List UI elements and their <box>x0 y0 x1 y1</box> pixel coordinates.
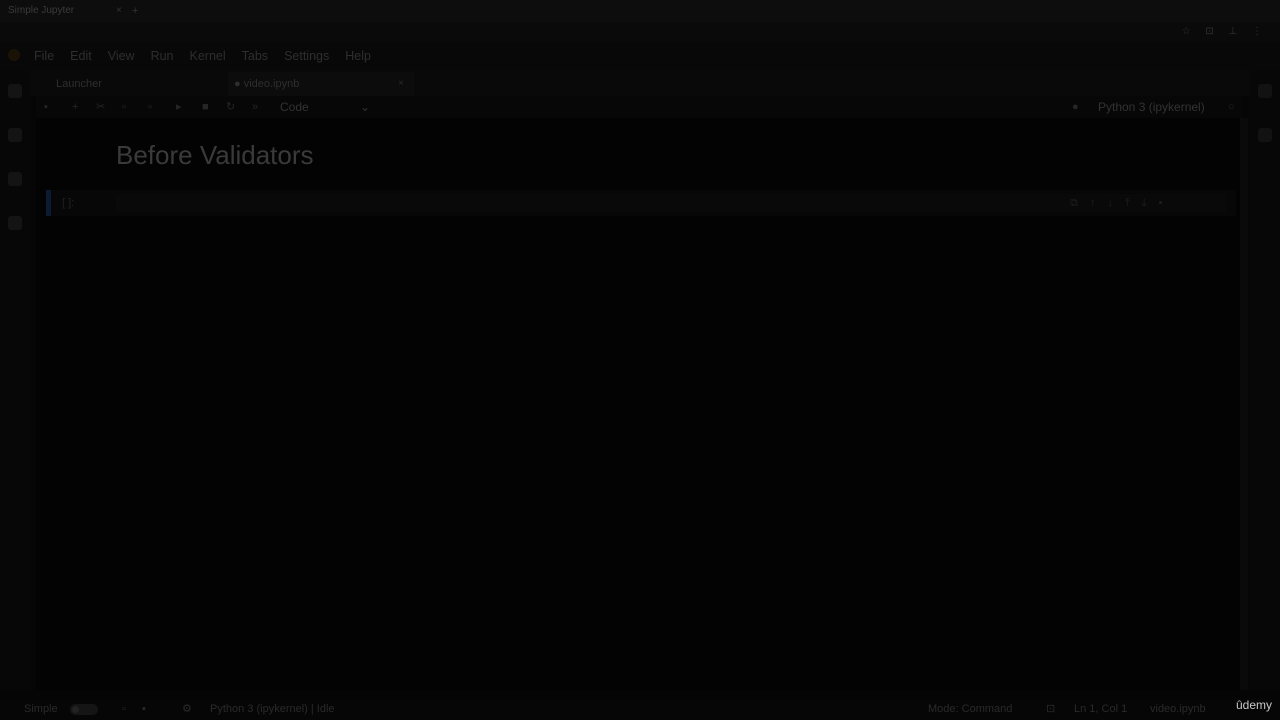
cell-type-select[interactable]: Code ⌄ <box>280 96 370 118</box>
browser-tab[interactable]: Simple Jupyter <box>8 3 128 19</box>
menu-view[interactable]: View <box>108 42 135 70</box>
add-above-icon[interactable]: ⤒ <box>1125 197 1142 209</box>
cell-toolbar: ⧉↑↓⤒⤓▪ <box>1070 190 1175 216</box>
running-kernels-icon[interactable] <box>8 128 22 142</box>
restart-icon[interactable]: ↻ <box>226 96 235 118</box>
address-bar[interactable] <box>0 22 1280 42</box>
delete-cell-icon[interactable]: ▪ <box>1159 197 1175 209</box>
right-sidebar <box>1250 70 1280 690</box>
menu-settings[interactable]: Settings <box>284 42 329 70</box>
markdown-heading: Before Validators <box>116 140 314 170</box>
copy-icon[interactable]: ▫ <box>122 96 126 118</box>
kernel-status-icon: ○ <box>1228 101 1235 113</box>
cell-editor[interactable] <box>116 194 1226 212</box>
terminals-icon: ▫ <box>122 703 126 715</box>
tab-launcher[interactable]: Launcher <box>56 72 216 96</box>
debugger-icon[interactable] <box>1258 128 1272 142</box>
notebook-scrollbar[interactable] <box>1240 118 1248 690</box>
stop-icon[interactable]: ■ <box>202 96 209 118</box>
cursor-position: Ln 1, Col 1 <box>1074 703 1128 715</box>
browser-controls[interactable]: ☆ ⊡ ⊥ ⋮ <box>1182 26 1268 37</box>
active-cell-marker <box>46 190 51 216</box>
add-below-icon[interactable]: ⤓ <box>1142 197 1159 209</box>
paste-icon[interactable]: ▫ <box>148 96 152 118</box>
settings-icon: ⚙ <box>182 703 192 715</box>
run-all-icon[interactable]: » <box>252 96 258 118</box>
duplicate-cell-icon[interactable]: ⧉ <box>1070 197 1090 209</box>
save-icon[interactable]: ▪ <box>44 96 48 118</box>
table-of-contents-icon[interactable] <box>8 172 22 186</box>
menu-file[interactable]: File <box>34 42 54 70</box>
extensions-icon[interactable] <box>8 216 22 230</box>
cell-type-value: Code <box>280 100 309 114</box>
tab-label: Launcher <box>56 78 102 90</box>
kernel-status[interactable]: Python 3 (ipykernel) | Idle <box>210 698 335 720</box>
menu-help[interactable]: Help <box>345 42 371 70</box>
browser-tab-close-icon[interactable]: × <box>116 3 122 19</box>
run-icon[interactable]: ▸ <box>176 96 182 118</box>
kernels-count-icon: ▪ <box>142 703 146 715</box>
tab-video-notebook[interactable]: ● video.ipynb × <box>228 72 414 96</box>
menu-tabs[interactable]: Tabs <box>242 42 268 70</box>
menu-run[interactable]: Run <box>151 42 174 70</box>
notebook-toolbar <box>36 96 1242 118</box>
status-file-name: video.ipynb <box>1150 703 1206 715</box>
property-inspector-icon[interactable] <box>1258 84 1272 98</box>
move-down-icon[interactable]: ↓ <box>1107 197 1125 209</box>
notification-icon[interactable]: ⊡ <box>1046 698 1055 720</box>
jupyter-logo-icon <box>8 49 20 61</box>
move-up-icon[interactable]: ↑ <box>1090 197 1108 209</box>
tab-close-icon[interactable]: × <box>398 72 404 96</box>
chevron-down-icon: ⌄ <box>360 100 371 114</box>
main-menu: File Edit View Run Kernel Tabs Settings … <box>34 42 387 70</box>
insert-cell-icon[interactable]: + <box>72 96 78 118</box>
menu-kernel[interactable]: Kernel <box>190 42 226 70</box>
udemy-watermark: ûdemy <box>1235 698 1272 712</box>
browser-tab-bar <box>0 0 1280 22</box>
simple-mode-toggle[interactable] <box>70 704 98 715</box>
git-icon: ● <box>1072 101 1079 113</box>
menu-edit[interactable]: Edit <box>70 42 92 70</box>
left-sidebar <box>0 70 30 690</box>
file-browser-icon[interactable] <box>8 84 22 98</box>
tab-label: ● video.ipynb <box>234 78 300 90</box>
kernel-name[interactable]: Python 3 (ipykernel) <box>1098 96 1205 118</box>
cell-prompt: [ ]: <box>62 197 75 209</box>
mode-indicator: Mode: Command <box>928 703 1013 715</box>
simple-mode-label: Simple <box>24 703 58 715</box>
cut-icon[interactable]: ✂ <box>96 96 105 118</box>
new-tab-button[interactable]: + <box>132 3 138 19</box>
